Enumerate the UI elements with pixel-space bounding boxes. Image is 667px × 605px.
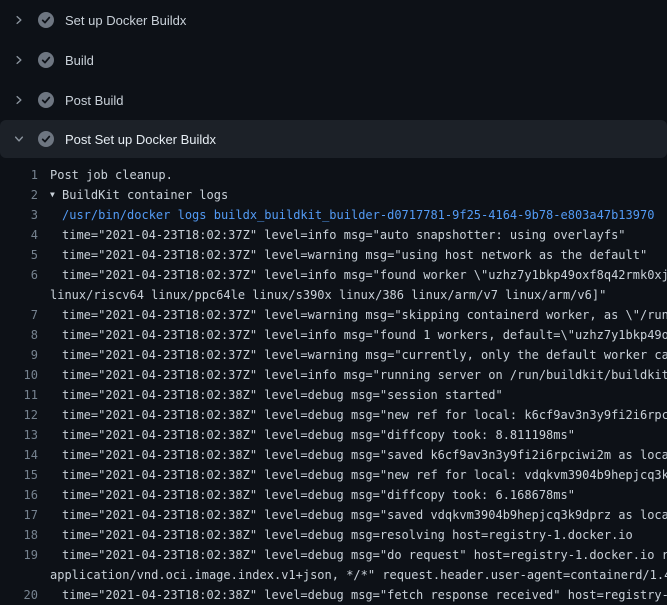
check-circle-icon (38, 12, 54, 28)
line-number[interactable]: 11 (12, 385, 38, 405)
log-text: time="2021-04-23T18:02:38Z" level=debug … (50, 545, 667, 565)
line-number[interactable]: 10 (12, 365, 38, 385)
chevron-right-icon[interactable] (13, 94, 25, 106)
log-line: linux/riscv64 linux/ppc64le linux/s390x … (0, 285, 667, 305)
line-number[interactable]: 3 (12, 205, 38, 225)
line-number[interactable]: 15 (12, 465, 38, 485)
check-circle-icon (38, 131, 54, 147)
log-line: 16 time="2021-04-23T18:02:38Z" level=debu… (0, 485, 667, 505)
log-text: time="2021-04-23T18:02:38Z" level=debug … (50, 525, 633, 545)
log-line: 7 time="2021-04-23T18:02:37Z" level=warni… (0, 305, 667, 325)
step-title: Post Build (65, 93, 124, 108)
log-text: linux/riscv64 linux/ppc64le linux/s390x … (50, 285, 606, 305)
line-number[interactable]: 20 (12, 585, 38, 605)
log-line: 14 time="2021-04-23T18:02:38Z" level=debu… (0, 445, 667, 465)
line-number[interactable]: 9 (12, 345, 38, 365)
log-line: 19 time="2021-04-23T18:02:38Z" level=debu… (0, 545, 667, 565)
step-header-post-set-up-docker-buildx[interactable]: Post Set up Docker Buildx (0, 120, 667, 158)
line-number[interactable]: 16 (12, 485, 38, 505)
log-text: time="2021-04-23T18:02:37Z" level=warnin… (50, 245, 647, 265)
line-number[interactable]: 2 (12, 185, 38, 205)
log-text: time="2021-04-23T18:02:37Z" level=warnin… (50, 305, 667, 325)
chevron-down-icon[interactable] (13, 133, 25, 145)
log-line: 2 ▼BuildKit container logs (0, 185, 667, 205)
step-header-build[interactable]: Build (0, 40, 667, 80)
log-line: 9 time="2021-04-23T18:02:37Z" level=warni… (0, 345, 667, 365)
step-title: Post Set up Docker Buildx (65, 132, 216, 147)
log-line: 5 time="2021-04-23T18:02:37Z" level=warni… (0, 245, 667, 265)
log-line: 18 time="2021-04-23T18:02:38Z" level=debu… (0, 525, 667, 545)
log-line: 4 time="2021-04-23T18:02:37Z" level=info … (0, 225, 667, 245)
log-line: 13 time="2021-04-23T18:02:38Z" level=debu… (0, 425, 667, 445)
log-line: 8 time="2021-04-23T18:02:37Z" level=info … (0, 325, 667, 345)
line-number[interactable]: 12 (12, 405, 38, 425)
log-line: 20 time="2021-04-23T18:02:38Z" level=debu… (0, 585, 667, 605)
log-text: time="2021-04-23T18:02:38Z" level=debug … (50, 465, 667, 485)
log-line: 15 time="2021-04-23T18:02:38Z" level=debu… (0, 465, 667, 485)
log-text: time="2021-04-23T18:02:37Z" level=warnin… (50, 345, 667, 365)
line-number[interactable]: 18 (12, 525, 38, 545)
log-text: application/vnd.oci.image.index.v1+json,… (50, 565, 667, 585)
log-text: time="2021-04-23T18:02:38Z" level=debug … (50, 485, 575, 505)
line-number[interactable]: 14 (12, 445, 38, 465)
check-circle-icon (38, 52, 54, 68)
log-line: 11 time="2021-04-23T18:02:38Z" level=debu… (0, 385, 667, 405)
log-text: time="2021-04-23T18:02:38Z" level=debug … (50, 585, 667, 605)
log-line: 1 Post job cleanup. (0, 165, 667, 185)
line-number[interactable]: 4 (12, 225, 38, 245)
step-header-post-build[interactable]: Post Build (0, 80, 667, 120)
line-number[interactable]: 19 (12, 545, 38, 565)
step-title: Build (65, 53, 94, 68)
log-text: time="2021-04-23T18:02:38Z" level=debug … (50, 385, 503, 405)
line-number[interactable]: 1 (12, 165, 38, 185)
log-line: 3/usr/bin/docker logs buildx_buildkit_bu… (0, 205, 667, 225)
check-circle-icon (38, 92, 54, 108)
command-text: /usr/bin/docker logs buildx_buildkit_bui… (50, 205, 654, 225)
log-text: time="2021-04-23T18:02:37Z" level=info m… (50, 365, 667, 385)
step-header-set-up-docker-buildx[interactable]: Set up Docker Buildx (0, 0, 667, 40)
log-line: 10 time="2021-04-23T18:02:37Z" level=info… (0, 365, 667, 385)
log-line: application/vnd.oci.image.index.v1+json,… (0, 565, 667, 585)
log-text: Post job cleanup. (50, 165, 173, 185)
log-text: time="2021-04-23T18:02:37Z" level=info m… (50, 225, 626, 245)
log-text: time="2021-04-23T18:02:37Z" level=info m… (50, 265, 667, 285)
log-area: 1 Post job cleanup. 2 ▼BuildKit container l… (0, 158, 667, 605)
line-number[interactable]: 8 (12, 325, 38, 345)
triangle-down-icon[interactable]: ▼ (50, 185, 62, 205)
chevron-right-icon[interactable] (13, 54, 25, 66)
step-title: Set up Docker Buildx (65, 13, 186, 28)
log-text: time="2021-04-23T18:02:38Z" level=debug … (50, 405, 667, 425)
log-text: BuildKit container logs (62, 185, 228, 205)
line-number[interactable]: 17 (12, 505, 38, 525)
job-log-viewer: Set up Docker Buildx Build Post Build Po… (0, 0, 667, 605)
log-text: time="2021-04-23T18:02:37Z" level=info m… (50, 325, 667, 345)
log-text: time="2021-04-23T18:02:38Z" level=debug … (50, 425, 575, 445)
log-text: time="2021-04-23T18:02:38Z" level=debug … (50, 445, 667, 465)
log-line: 12 time="2021-04-23T18:02:38Z" level=debu… (0, 405, 667, 425)
line-number[interactable]: 7 (12, 305, 38, 325)
line-number[interactable]: 13 (12, 425, 38, 445)
chevron-right-icon[interactable] (13, 14, 25, 26)
line-number[interactable]: 6 (12, 265, 38, 285)
line-number[interactable]: 5 (12, 245, 38, 265)
log-text: time="2021-04-23T18:02:38Z" level=debug … (50, 505, 667, 525)
log-line: 17 time="2021-04-23T18:02:38Z" level=debu… (0, 505, 667, 525)
log-line: 6 time="2021-04-23T18:02:37Z" level=info … (0, 265, 667, 285)
